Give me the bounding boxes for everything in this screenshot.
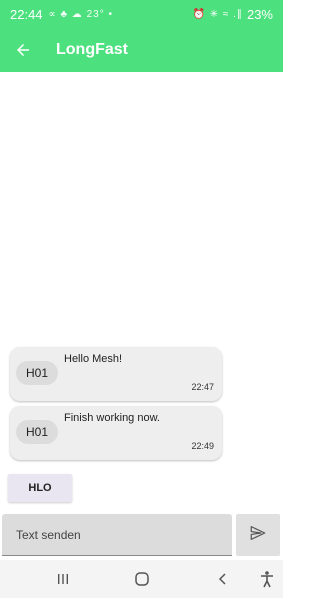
message-time: 22:47 bbox=[191, 382, 214, 392]
sender-chip[interactable]: H01 bbox=[16, 361, 58, 385]
message-bubble[interactable]: H01 Finish working now. 22:49 bbox=[10, 406, 222, 460]
nav-back-icon[interactable] bbox=[212, 560, 234, 598]
arrow-left-icon[interactable] bbox=[12, 39, 34, 61]
battery-level: 23% bbox=[246, 6, 273, 22]
sender-chip[interactable]: H01 bbox=[16, 420, 58, 444]
quick-reply-button[interactable]: HLO bbox=[8, 474, 72, 502]
page-title: LongFast bbox=[56, 41, 128, 58]
app-bar: LongFast bbox=[0, 28, 283, 72]
status-system-icons: ⏰ ✳ ≈ .∥ bbox=[192, 8, 243, 20]
system-nav-bar bbox=[0, 560, 283, 598]
status-bar: 22:44 ∝ ♣ ☁ 23° • ⏰ ✳ ≈ .∥ 23% bbox=[0, 0, 283, 28]
message-time: 22:49 bbox=[191, 441, 214, 451]
recent-apps-icon[interactable] bbox=[52, 560, 74, 598]
status-notification-icons: ∝ ♣ ☁ 23° • bbox=[48, 8, 113, 20]
send-button[interactable] bbox=[236, 514, 280, 556]
status-time: 22:44 bbox=[10, 6, 43, 22]
send-icon bbox=[249, 524, 267, 547]
accessibility-icon[interactable] bbox=[256, 560, 278, 598]
message-text: Hello Mesh! bbox=[64, 353, 123, 365]
home-icon[interactable] bbox=[131, 560, 153, 598]
message-text: Finish working now. bbox=[64, 412, 160, 424]
message-bubble[interactable]: H01 Hello Mesh! 22:47 bbox=[10, 347, 222, 401]
message-input[interactable]: Text senden bbox=[2, 514, 232, 556]
